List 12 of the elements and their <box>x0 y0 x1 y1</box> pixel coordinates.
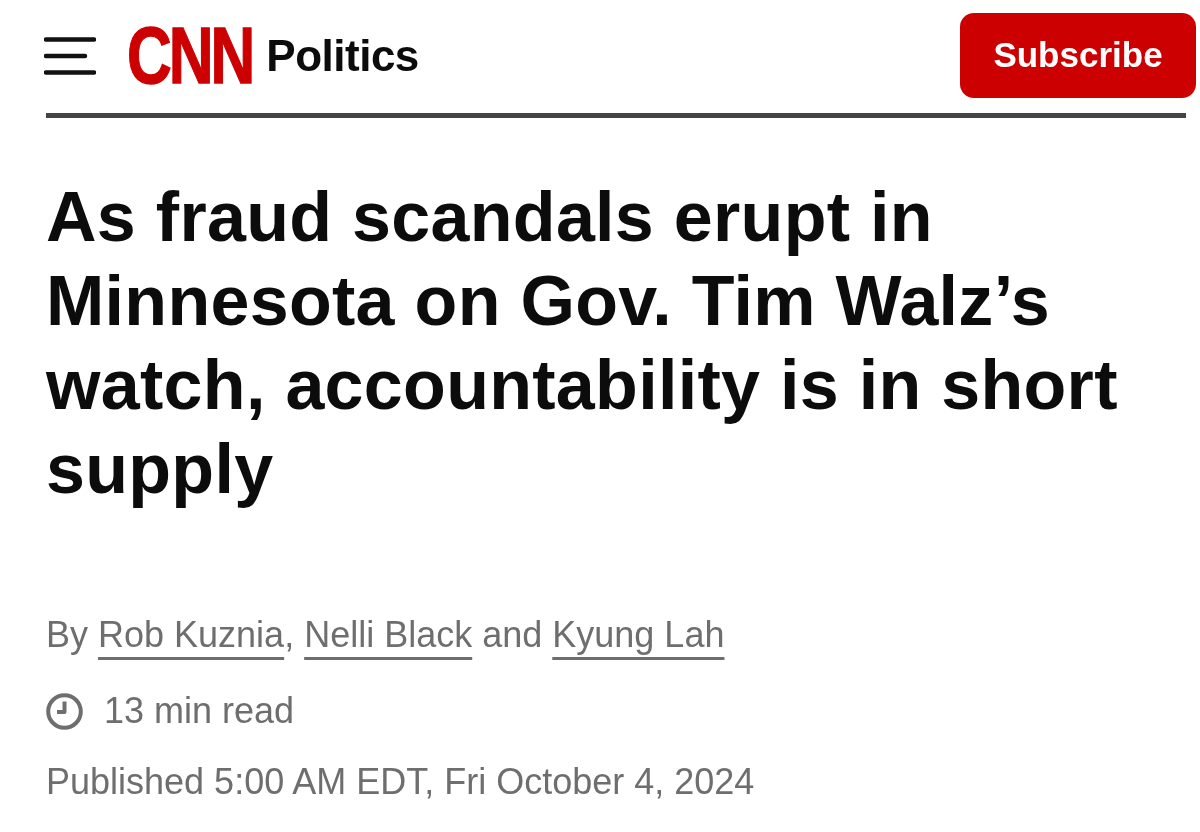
byline: By Rob Kuznia, Nelli Black and Kyung Lah <box>46 613 726 657</box>
read-time: 13 min read <box>104 689 295 733</box>
author-link[interactable]: Kyung Lah <box>552 614 725 655</box>
logo[interactable]: CNN <box>127 24 253 87</box>
publish-date: Published 5:00 AM EDT, Fri October 4, 2024 <box>46 760 756 804</box>
headline: As fraud scandals erupt in Minnesota on Gov. Tim Walz’s watch, accountability is in short supply <box>46 177 1119 510</box>
author-link[interactable]: Nelli Black <box>304 614 473 655</box>
author-link[interactable]: Rob Kuznia <box>98 614 285 655</box>
section-title[interactable]: Politics <box>266 30 419 81</box>
subscribe-button[interactable]: Subscribe <box>960 13 1196 98</box>
clock-icon <box>46 692 83 730</box>
menu-icon[interactable] <box>44 36 96 75</box>
